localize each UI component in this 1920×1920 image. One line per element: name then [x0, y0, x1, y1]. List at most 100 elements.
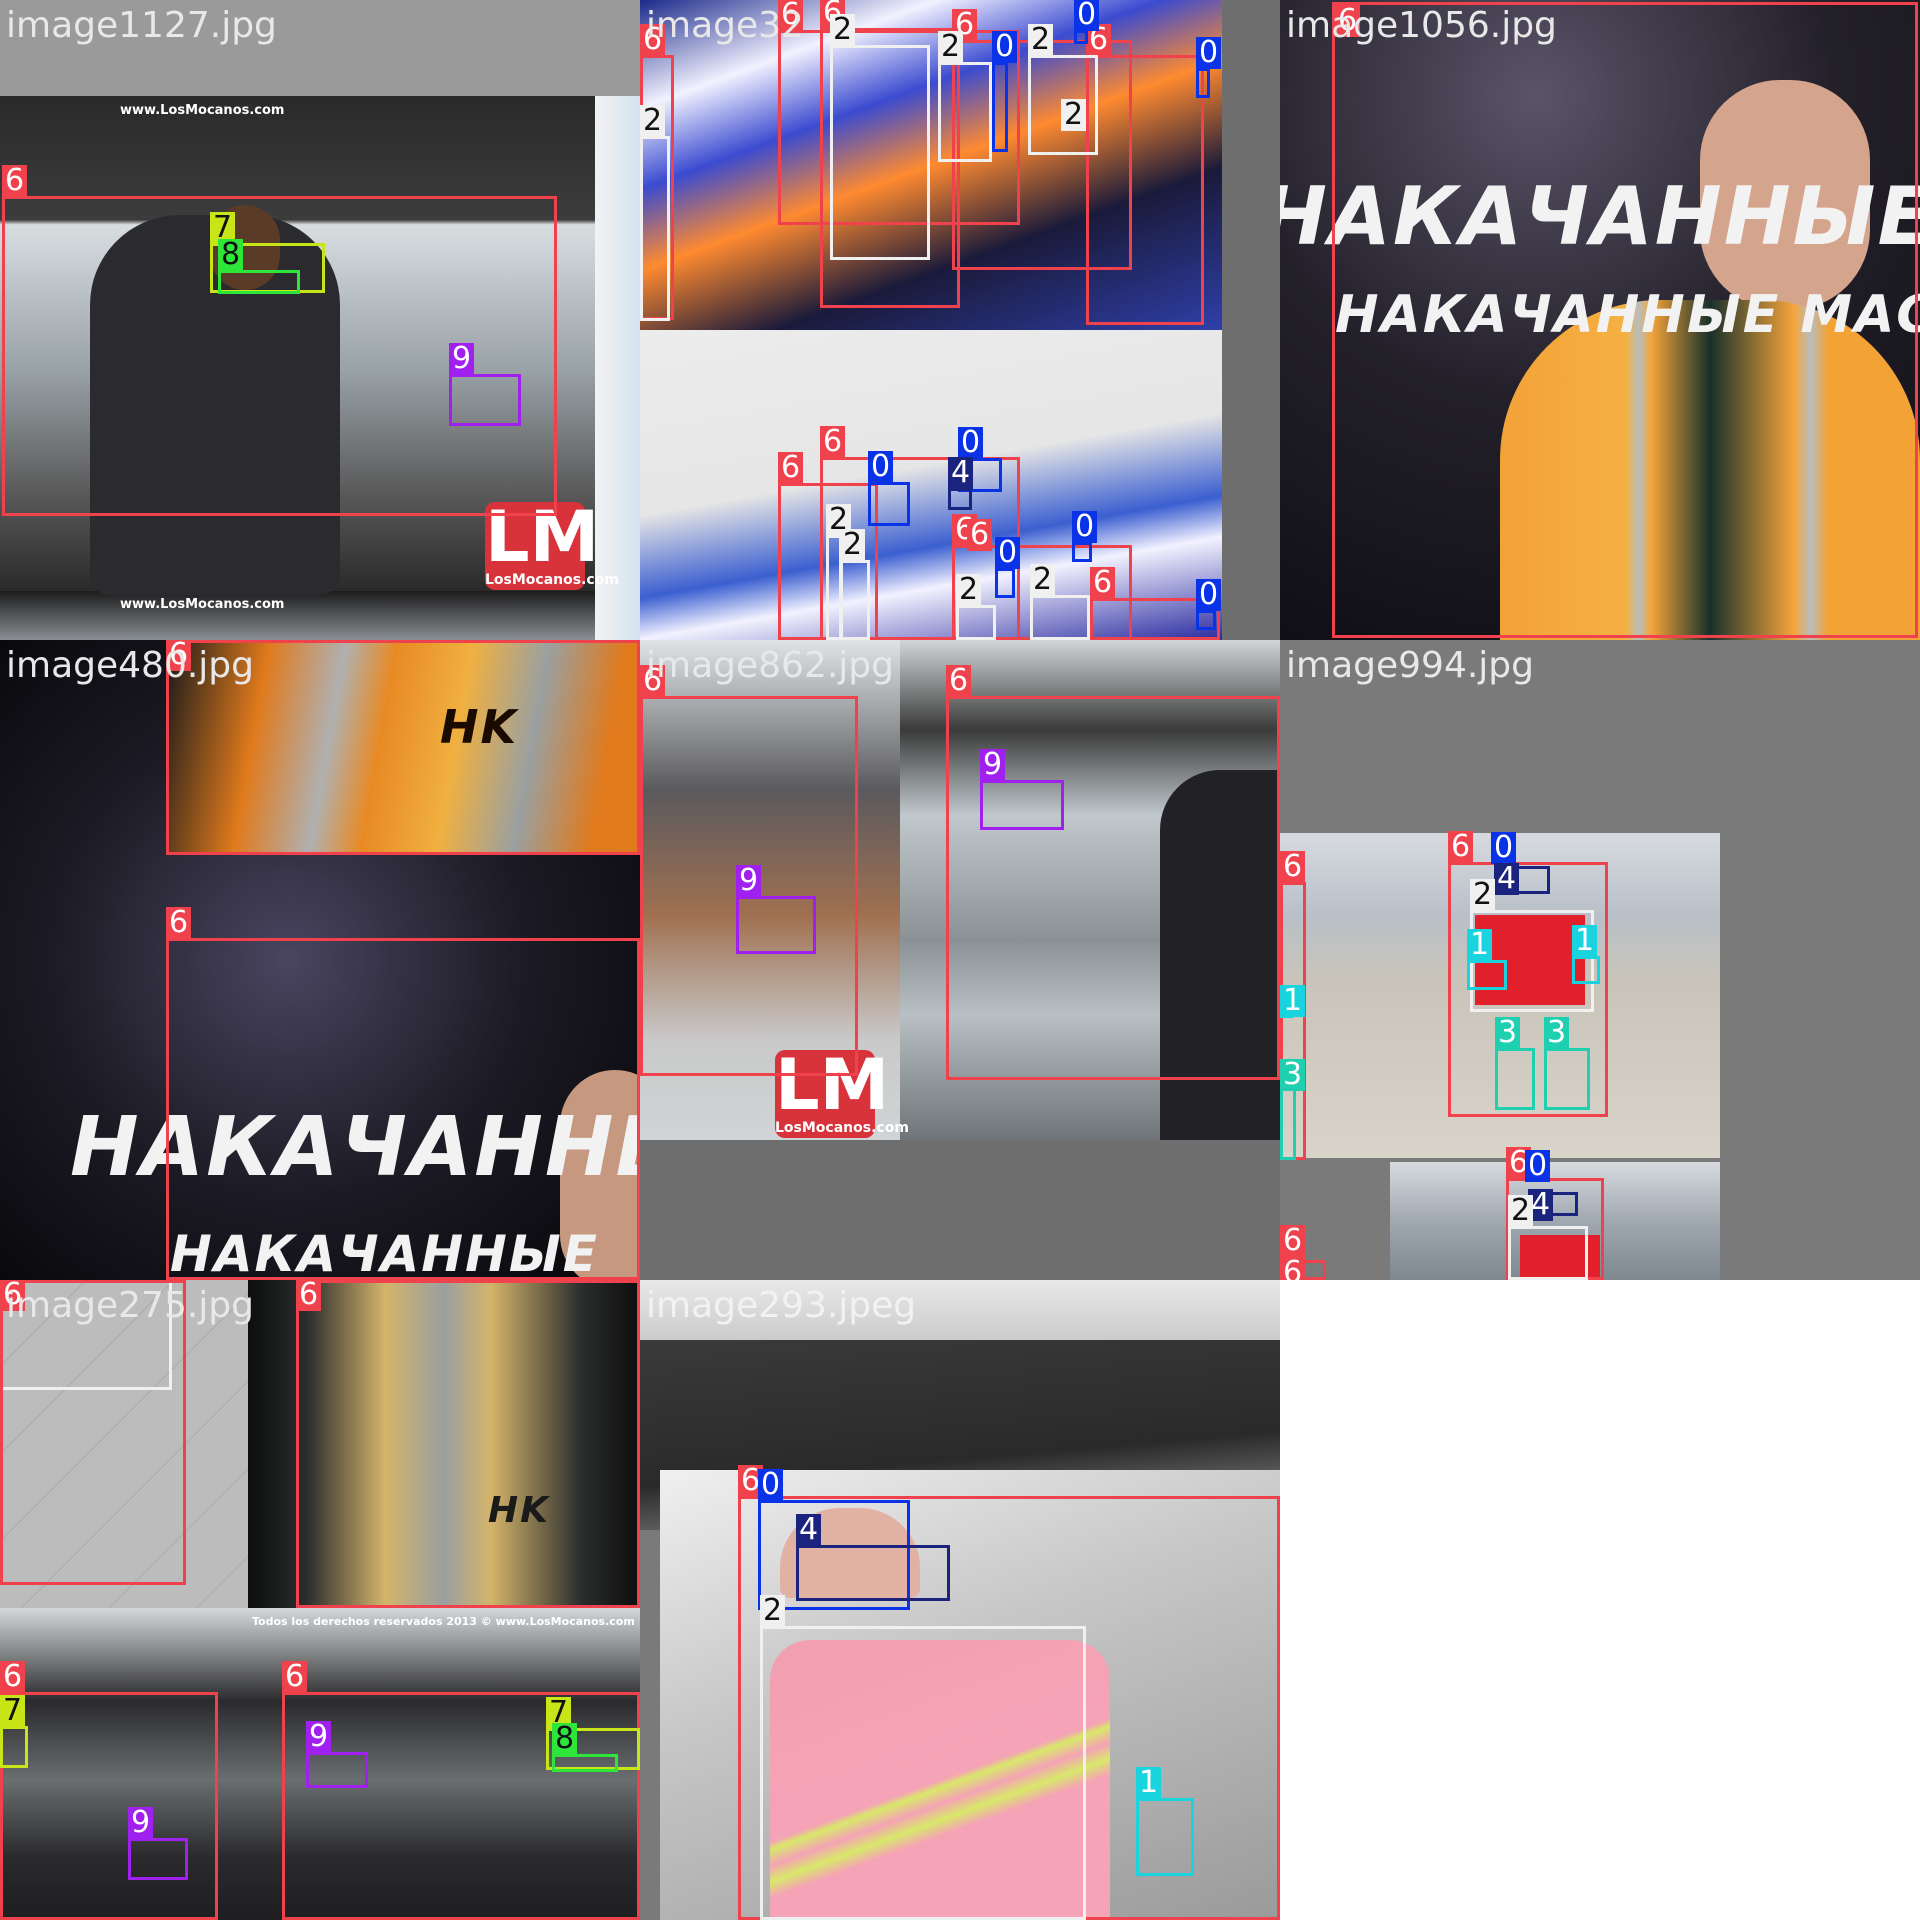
bbox-label: 9	[128, 1807, 154, 1839]
bbox: 0	[1074, 0, 1100, 44]
tile-title: image1127.jpg	[6, 5, 277, 46]
scene-grey-bottom	[640, 1140, 1280, 1280]
bbox: 4	[1528, 1189, 1578, 1221]
bbox-label: 0	[1196, 579, 1222, 611]
tile-title: image293.jpeg	[646, 1285, 917, 1326]
bbox-label: 1	[1136, 1767, 1162, 1799]
bbox-label: 7	[0, 1695, 26, 1727]
bbox: 0	[1196, 579, 1222, 630]
logo-site: LosMocanos.com	[485, 572, 619, 588]
bbox-label: 0	[1074, 0, 1100, 31]
bbox: 2	[840, 529, 870, 640]
bbox-label: 2	[1061, 99, 1087, 131]
bbox-label: 6	[967, 519, 993, 551]
bbox: 2	[1508, 1195, 1588, 1280]
tile-image275: HK Todos los derechos reservados 2013 © …	[0, 1280, 640, 1920]
bbox: 9	[128, 1807, 188, 1880]
bbox-label: 2	[1508, 1195, 1534, 1227]
bbox-label: 4	[1494, 863, 1520, 895]
watermark-bottom: www.LosMocanos.com	[120, 597, 285, 612]
bbox-label: 2	[840, 529, 866, 561]
bbox: 2	[830, 14, 930, 260]
bbox: 9	[306, 1721, 368, 1788]
mosaic-grid: www.LosMocanos.com www.LosMocanos.com LM…	[0, 0, 1920, 1920]
bbox-label: 6	[282, 1661, 308, 1693]
bbox-label: 9	[736, 865, 762, 897]
bbox-label: 2	[830, 14, 856, 46]
bbox: 3	[1544, 1017, 1590, 1110]
bbox-label: 9	[449, 343, 475, 375]
bbox: 6	[0, 1661, 218, 1920]
tile-image32: image32 6 6 6 6 6 2 2 2 2 2 0 0 0 6 6 6 …	[640, 0, 1280, 640]
bbox-label: 6	[778, 452, 804, 484]
watermark-top: www.LosMocanos.com	[120, 103, 285, 118]
watermark: Todos los derechos reservados 2013 © www…	[252, 1615, 635, 1628]
bbox: 4	[1494, 863, 1550, 895]
bbox: 6	[296, 1280, 640, 1608]
tile-title: image275.jpg	[6, 1285, 254, 1326]
tile-image1056: НАКАЧАННЫЕ НАКАЧАННЫЕ МАССА image1056.jp…	[1280, 0, 1920, 640]
bbox: 0	[1072, 511, 1098, 562]
empty-cell	[1280, 1280, 1920, 1920]
bbox-label: 6	[1280, 851, 1306, 883]
bbox-vest: 6	[166, 907, 640, 1280]
bbox-label: 1	[1572, 925, 1598, 957]
tile-image1127: www.LosMocanos.com www.LosMocanos.com LM…	[0, 0, 640, 640]
bbox-label: 6	[1280, 1257, 1306, 1280]
bbox-label: 2	[1030, 564, 1056, 596]
bbox-label: 6	[820, 426, 846, 458]
bbox-label: 2	[640, 105, 666, 137]
bbox-label: 0	[1072, 511, 1098, 543]
bbox-label: 3	[1495, 1017, 1521, 1049]
bbox: 2	[640, 105, 670, 321]
bbox: 2	[1030, 564, 1090, 640]
bbox-label: 0	[1491, 832, 1517, 864]
bbox-label: 6	[296, 1280, 322, 1311]
bbox-hand: 9	[980, 749, 1064, 830]
tile-title: image32	[646, 5, 804, 46]
bbox: 3	[1280, 1059, 1306, 1160]
bbox: 0	[995, 537, 1021, 598]
bbox: 1	[1280, 985, 1306, 1018]
bbox: 4	[948, 457, 974, 510]
bbox: 6	[1280, 1257, 1326, 1280]
bbox: 2	[760, 1595, 1086, 1920]
bbox-label: 8	[552, 1723, 578, 1755]
bbox-label: 6	[2, 165, 28, 197]
bbox-label: 0	[758, 1469, 784, 1501]
bbox-face: 8	[218, 239, 300, 294]
bbox-label: 2	[1028, 24, 1054, 56]
bbox-label: 6	[946, 665, 972, 697]
bbox-label: 9	[306, 1721, 332, 1753]
bbox-vest: 6	[1332, 2, 1918, 638]
bbox-hand: 9	[736, 865, 816, 954]
bbox-label: 4	[796, 1514, 822, 1546]
bbox-label: 9	[980, 749, 1006, 781]
tile-title: image862.jpg	[646, 645, 894, 686]
bbox: 2	[938, 31, 992, 162]
bbox-label: 0	[868, 451, 894, 483]
bbox-label: 0	[992, 31, 1018, 63]
tile-title: image480.jpg	[6, 645, 254, 686]
bbox: 0	[1196, 37, 1222, 98]
tile-title: image994.jpg	[1286, 645, 1534, 686]
tile-title: image1056.jpg	[1286, 5, 1557, 46]
bbox-label: 2	[956, 574, 982, 606]
bbox-label: 6	[1090, 567, 1116, 599]
bbox-label: 4	[948, 457, 974, 489]
scene-right-strip	[595, 96, 640, 640]
bbox-label: 6	[1280, 1225, 1306, 1257]
bbox: 1	[1467, 929, 1507, 990]
tile-image862: LM LosMocanos.com image862.jpg 6 6 9 9	[640, 640, 1280, 1280]
bbox-label: 1	[1280, 985, 1306, 1017]
bbox: 1	[1572, 925, 1600, 984]
bbox-label: 3	[1544, 1017, 1570, 1049]
bbox: 0	[992, 31, 1018, 152]
scene-bar-strip	[0, 591, 595, 640]
bbox: 7	[0, 1695, 28, 1768]
bbox: 3	[1495, 1017, 1535, 1110]
bbox-label: 6	[0, 1661, 26, 1693]
bbox: 4	[796, 1514, 950, 1601]
bbox-label: 6	[166, 907, 192, 939]
tile-image480: HK НАКАЧАННЫЕ НАКАЧАННЫЕ image480.jpg 6 …	[0, 640, 640, 1280]
